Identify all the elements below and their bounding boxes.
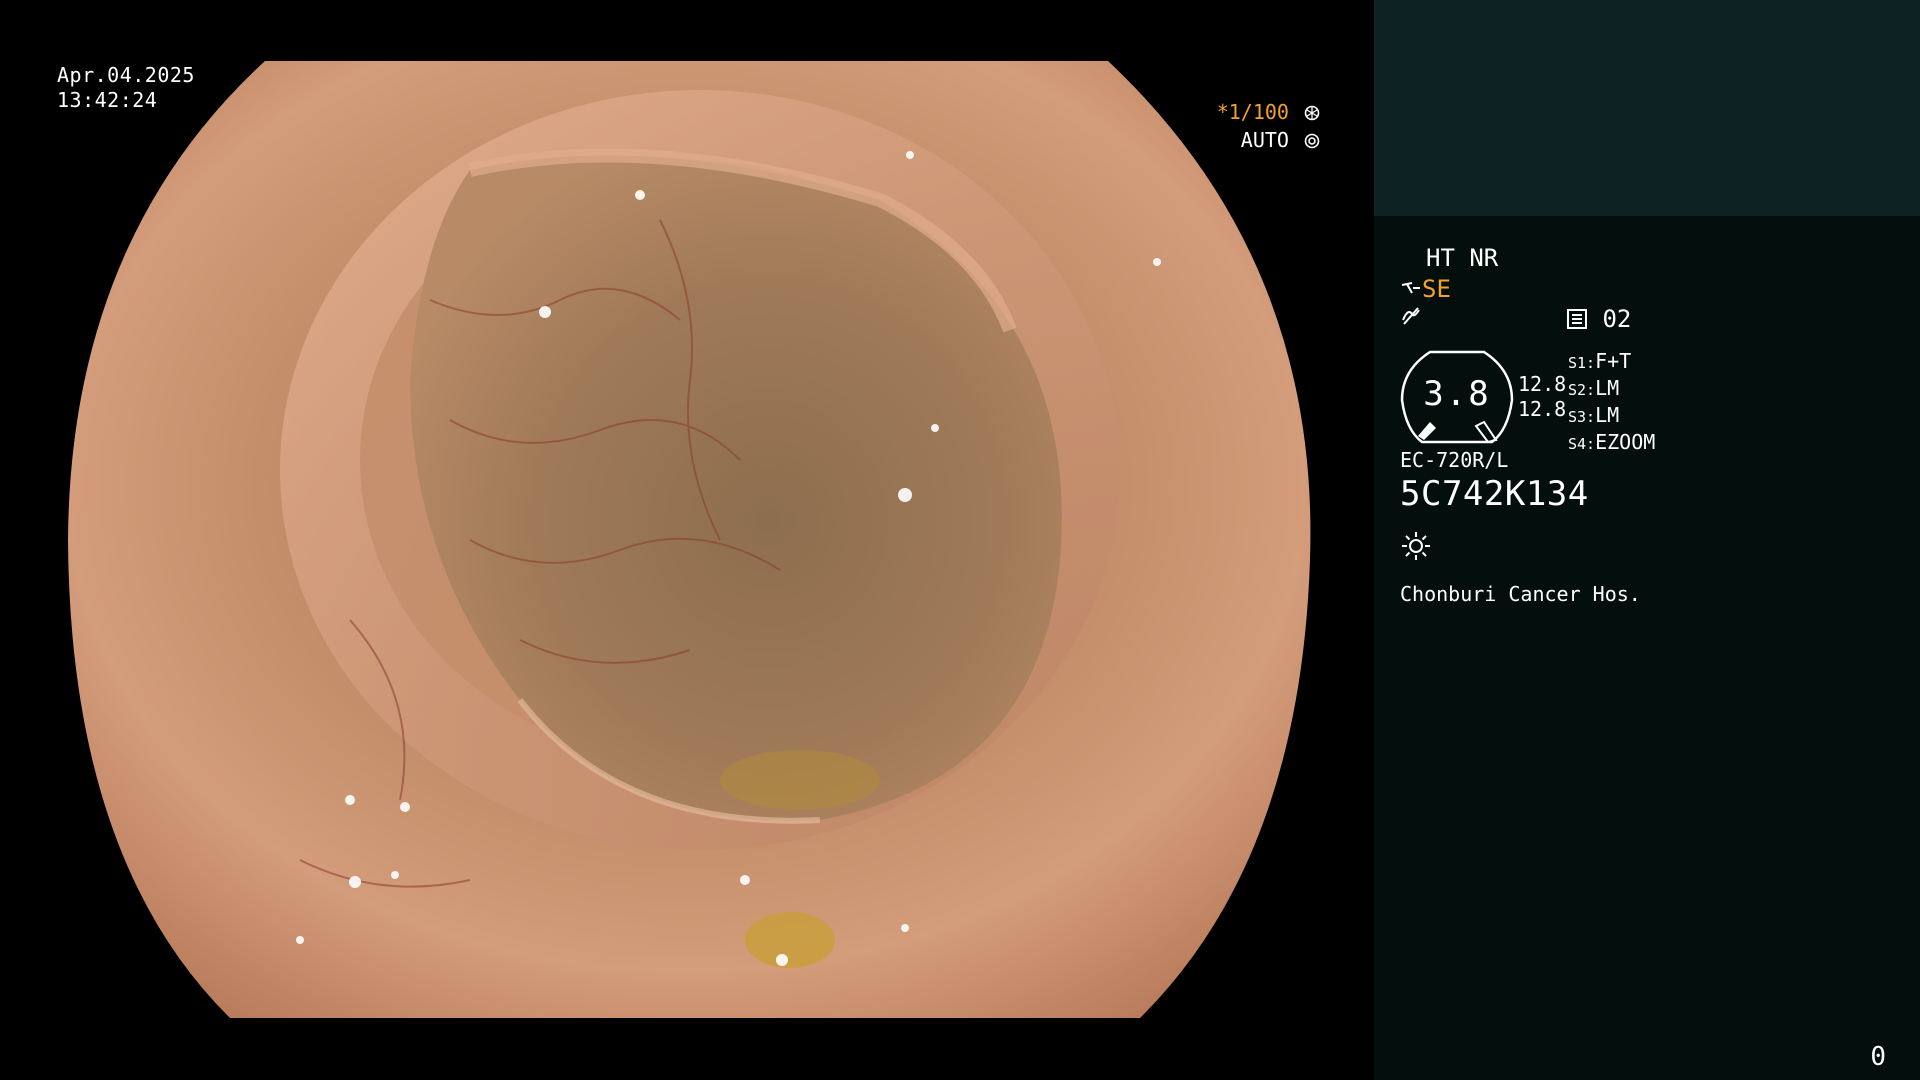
contrast-icon	[1402, 307, 1420, 325]
gauge-value: 3.8	[1423, 374, 1491, 414]
serial-number-label: 5C742K134	[1400, 474, 1589, 514]
hospital-label: Chonburi Cancer Hos.	[1400, 582, 1641, 606]
gauge-side-value: 12.8	[1518, 372, 1567, 396]
endoscope-viewport: Apr.04.2025 13:42:24 *1/100 AUTO	[0, 0, 1374, 1080]
contrast-row	[1400, 304, 1422, 335]
scope-switch-settings: S1:F+T S2:LM S3:LM S4:EZOOM	[1568, 349, 1655, 457]
setting-key: S3:	[1568, 408, 1596, 426]
angle-icon	[1401, 282, 1420, 294]
setting-row: S3:LM	[1568, 403, 1655, 430]
date-label: Apr.04.2025	[57, 63, 195, 87]
time-label: 13:42:24	[57, 88, 158, 112]
setting-row: S1:F+T	[1568, 349, 1655, 376]
info-panel: HT NR SE 02 3.8 12.8 12.8 S1:F+T S2:LM S…	[1374, 0, 1920, 1080]
setting-key: S4:	[1568, 435, 1596, 453]
setting-value: EZOOM	[1595, 430, 1656, 454]
channel-row: 02	[1566, 304, 1631, 334]
iris-icon	[1304, 133, 1320, 149]
aperture-icon	[1304, 105, 1320, 121]
setting-value: LM	[1595, 403, 1620, 427]
datetime-overlay: Apr.04.2025 13:42:24	[57, 63, 195, 113]
endoscopic-colon-image	[68, 61, 1311, 1018]
se-label: SE	[1422, 275, 1451, 303]
channel-label: 02	[1602, 305, 1632, 333]
image-counter: 0	[1870, 1042, 1886, 1072]
scope-model-label: EC-720R/L	[1400, 448, 1509, 472]
exposure-overlay: *1/100 AUTO	[1217, 98, 1320, 154]
setting-row: S4:EZOOM	[1568, 430, 1655, 457]
gauge-side-values: 12.8 12.8	[1518, 372, 1566, 422]
memory-card-icon	[1567, 309, 1587, 329]
iris-mode-label: AUTO	[1240, 128, 1289, 152]
info-panel-header	[1374, 0, 1920, 216]
shutter-speed-label: *1/100	[1216, 100, 1289, 124]
gauge-side-value: 12.8	[1518, 397, 1567, 421]
light-source-icon	[1402, 532, 1430, 560]
setting-value: F+T	[1595, 349, 1632, 373]
processing-mode-label: HT NR	[1426, 244, 1499, 272]
setting-row: S2:LM	[1568, 376, 1655, 403]
setting-key: S1:	[1568, 354, 1596, 372]
structure-enhancement-row: SE	[1400, 274, 1451, 304]
setting-value: LM	[1595, 376, 1620, 400]
setting-key: S2:	[1568, 381, 1596, 399]
